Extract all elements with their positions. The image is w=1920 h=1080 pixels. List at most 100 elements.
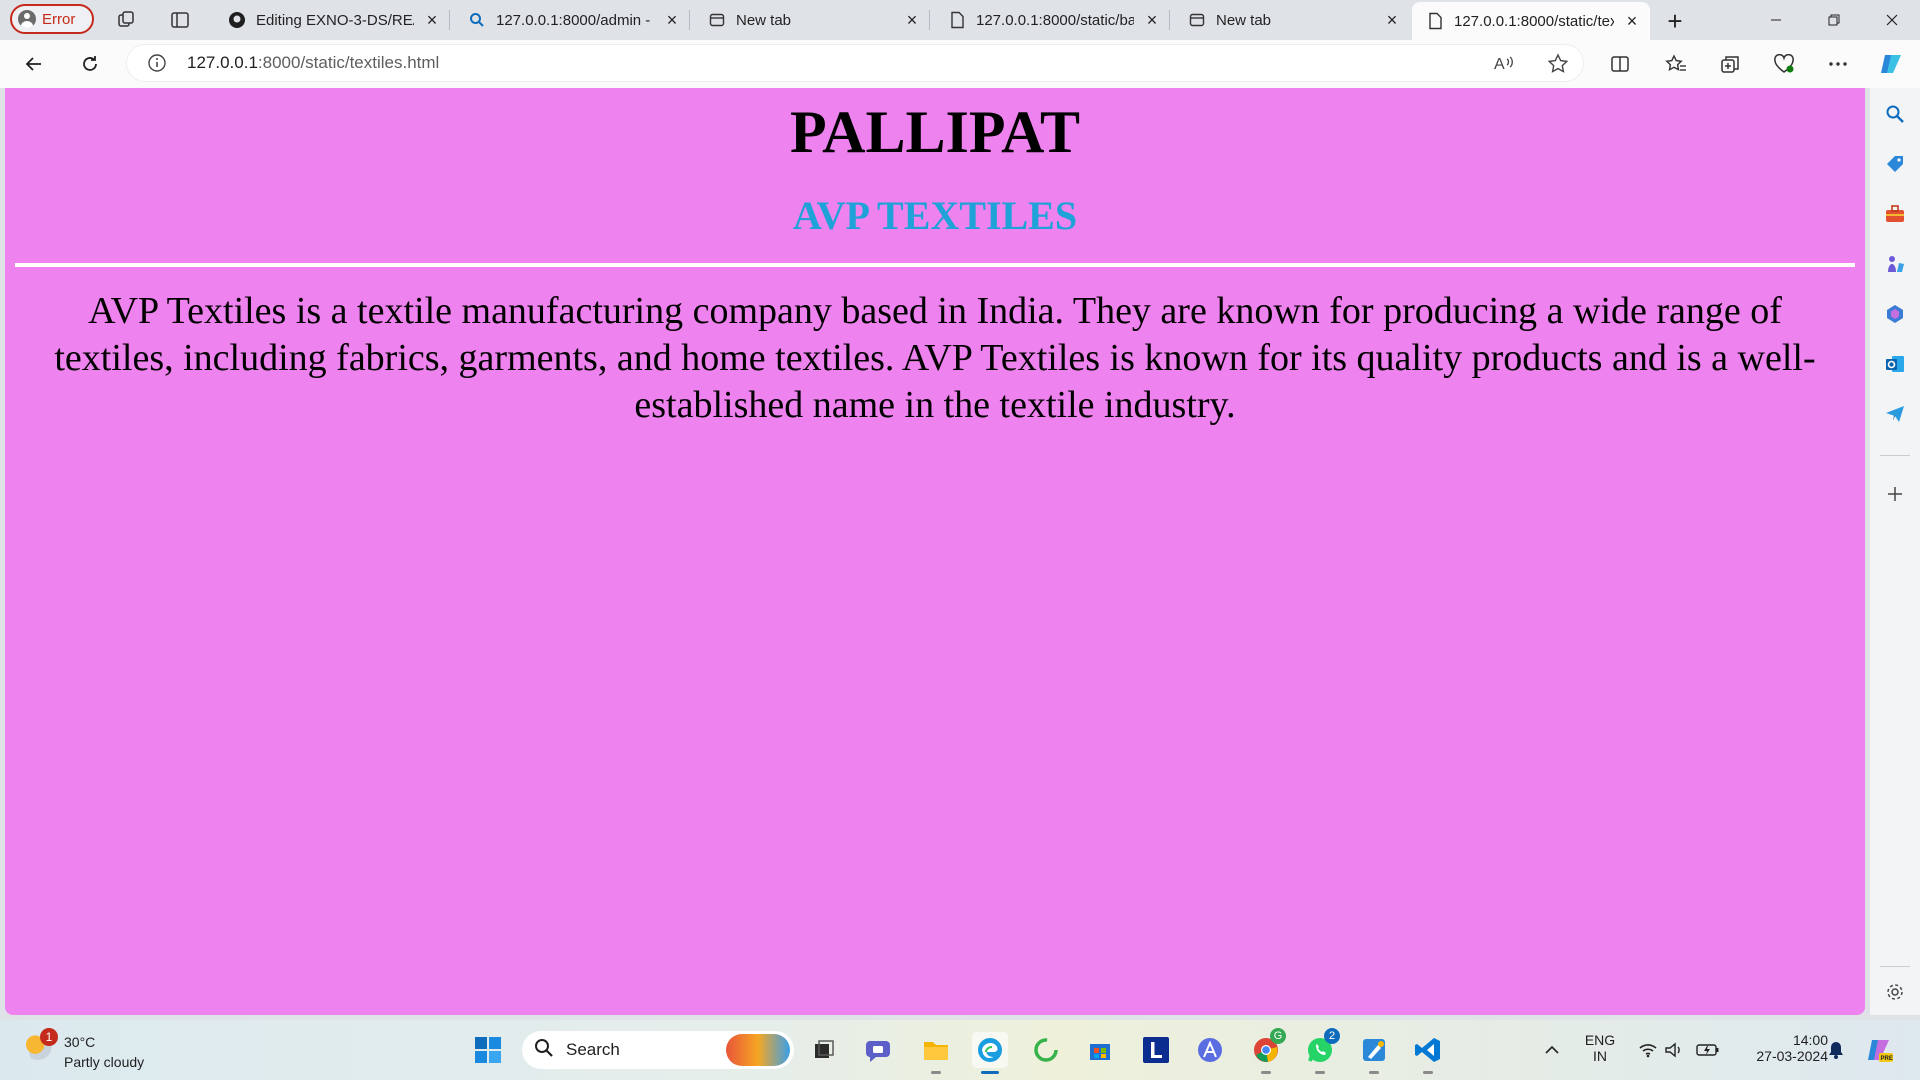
games-chess-icon[interactable] xyxy=(1883,252,1907,276)
running-indicator xyxy=(1315,1071,1325,1074)
edge-sidebar xyxy=(1870,88,1920,1015)
new-tab-button[interactable]: + xyxy=(1660,6,1690,36)
paint-app-icon[interactable] xyxy=(1356,1032,1392,1074)
shopping-tag-icon[interactable] xyxy=(1883,152,1907,176)
l-app-icon[interactable] xyxy=(1138,1032,1174,1068)
page-subheading: AVP TEXTILES xyxy=(792,193,1078,238)
show-hidden-icons-chevron-icon[interactable] xyxy=(1534,1032,1570,1068)
microsoft-365-icon[interactable] xyxy=(1883,302,1907,326)
start-button[interactable] xyxy=(470,1032,506,1068)
profile-button[interactable]: Error xyxy=(10,4,94,34)
region-code: IN xyxy=(1593,1048,1607,1064)
profile-avatar-icon xyxy=(18,10,36,28)
newtab-icon xyxy=(708,11,726,29)
taskbar-search-box[interactable]: Search xyxy=(522,1031,794,1069)
tab-title: 127.0.0.1:8000/static/textiles.html xyxy=(1454,12,1614,30)
tab-static-ba[interactable]: 127.0.0.1:8000/static/ba × xyxy=(934,0,1170,40)
profile-status-label: Error xyxy=(42,10,76,28)
tab-textiles-active[interactable]: 127.0.0.1:8000/static/textiles.html × xyxy=(1412,2,1650,40)
back-button[interactable] xyxy=(20,50,48,78)
read-aloud-icon[interactable]: A xyxy=(1493,53,1515,78)
sidebar-divider xyxy=(1880,455,1910,456)
svg-text:PRE: PRE xyxy=(1881,1056,1893,1062)
tab-title: New tab xyxy=(1216,11,1272,29)
tab-title: 127.0.0.1:8000/static/ba xyxy=(976,11,1134,29)
notification-bell-icon[interactable] xyxy=(1818,1032,1854,1068)
url-path: :8000/static/textiles.html xyxy=(257,53,440,72)
whatsapp-unread-badge: 2 xyxy=(1324,1028,1340,1044)
newtab-icon xyxy=(1188,11,1206,29)
weather-alert-badge: 1 xyxy=(40,1028,58,1046)
search-highlight-image xyxy=(726,1034,790,1066)
close-tab-icon[interactable]: × xyxy=(424,10,440,30)
vscode-icon[interactable] xyxy=(1410,1032,1446,1074)
collections-icon[interactable] xyxy=(1716,50,1744,78)
tab-title: 127.0.0.1:8000/admin - Search xyxy=(496,11,654,29)
tools-briefcase-icon[interactable] xyxy=(1883,202,1907,226)
send-telegram-icon[interactable] xyxy=(1883,402,1907,426)
copilot-icon[interactable] xyxy=(1878,50,1906,78)
running-indicator xyxy=(1423,1071,1433,1074)
tab-new-tab-2[interactable]: New tab × xyxy=(1174,0,1410,40)
chrome-icon[interactable]: G xyxy=(1248,1028,1286,1074)
more-options-icon[interactable] xyxy=(1824,50,1852,78)
favorite-star-icon[interactable] xyxy=(1547,53,1569,80)
url-host: 127.0.0.1 xyxy=(187,53,258,72)
refresh-app-icon[interactable] xyxy=(1028,1032,1064,1068)
search-placeholder: Search xyxy=(566,1040,620,1059)
copilot-preview-icon[interactable]: PRE xyxy=(1862,1032,1898,1068)
clock[interactable]: 14:00 27-03-2024 xyxy=(1734,1032,1828,1064)
add-sidebar-app-icon[interactable] xyxy=(1883,482,1907,506)
weather-temperature: 30°C xyxy=(64,1034,96,1050)
running-indicator xyxy=(1261,1071,1271,1074)
edge-browser-icon[interactable] xyxy=(972,1032,1008,1074)
volume-icon[interactable] xyxy=(1656,1032,1692,1068)
outlook-icon[interactable] xyxy=(1883,352,1907,376)
close-tab-icon[interactable]: × xyxy=(1144,10,1160,30)
page-icon xyxy=(948,11,966,29)
chrome-profile-badge: G xyxy=(1270,1028,1286,1044)
close-tab-icon[interactable]: × xyxy=(1624,11,1640,31)
page-viewport: PALLIPAT AVP TEXTILES AVP Textiles is a … xyxy=(5,88,1865,1015)
weather-condition: Partly cloudy xyxy=(64,1054,145,1070)
close-tab-icon[interactable]: × xyxy=(1384,10,1400,30)
close-tab-icon[interactable]: × xyxy=(904,10,920,30)
sidebar-search-icon[interactable] xyxy=(1883,102,1907,126)
input-language-indicator[interactable]: ENG IN xyxy=(1580,1032,1620,1064)
running-indicator xyxy=(1369,1071,1379,1074)
arc-app-icon[interactable] xyxy=(1192,1032,1228,1068)
page-paragraph: AVP Textiles is a textile manufacturing … xyxy=(54,290,1816,426)
language-code: ENG xyxy=(1584,1032,1616,1048)
address-bar[interactable]: 127.0.0.1:8000/static/textiles.html A xyxy=(126,44,1584,82)
sidebar-divider xyxy=(1880,966,1910,967)
site-info-icon[interactable] xyxy=(147,53,167,78)
workspaces-icon[interactable] xyxy=(114,8,138,32)
favorites-icon[interactable] xyxy=(1662,50,1690,78)
tab-strip: Error Editing EXNO-3-DS/README.md at mai… xyxy=(0,0,1920,40)
sidebar-settings-gear-icon[interactable] xyxy=(1883,980,1907,1004)
tab-github-editing[interactable]: Editing EXNO-3-DS/README.md at main × xyxy=(214,0,450,40)
battery-charging-icon[interactable] xyxy=(1690,1032,1726,1068)
close-tab-icon[interactable]: × xyxy=(664,10,680,30)
microsoft-store-icon[interactable] xyxy=(1082,1032,1118,1068)
tab-admin-search[interactable]: 127.0.0.1:8000/admin - Search × xyxy=(454,0,690,40)
task-view-icon[interactable] xyxy=(806,1032,842,1068)
browser-toolbar: 127.0.0.1:8000/static/textiles.html A xyxy=(0,40,1920,88)
browser-essentials-icon[interactable] xyxy=(1770,50,1798,78)
svg-text:A: A xyxy=(1494,56,1505,73)
file-explorer-icon[interactable] xyxy=(918,1032,954,1074)
vertical-tabs-icon[interactable] xyxy=(168,8,192,32)
teams-chat-icon[interactable] xyxy=(862,1032,898,1068)
clock-date: 27-03-2024 xyxy=(1756,1048,1828,1064)
whatsapp-icon[interactable]: 2 xyxy=(1302,1028,1340,1074)
page-icon xyxy=(1426,12,1444,30)
weather-widget[interactable]: 1 30°C Partly cloudy xyxy=(20,1028,180,1072)
tab-new-tab-1[interactable]: New tab × xyxy=(694,0,930,40)
search-icon xyxy=(534,1038,554,1063)
split-screen-icon[interactable] xyxy=(1606,50,1634,78)
tab-title: New tab xyxy=(736,11,792,29)
minimize-button[interactable] xyxy=(1748,0,1804,40)
restore-button[interactable] xyxy=(1806,0,1862,40)
refresh-button[interactable] xyxy=(76,50,104,78)
close-window-button[interactable] xyxy=(1864,0,1920,40)
